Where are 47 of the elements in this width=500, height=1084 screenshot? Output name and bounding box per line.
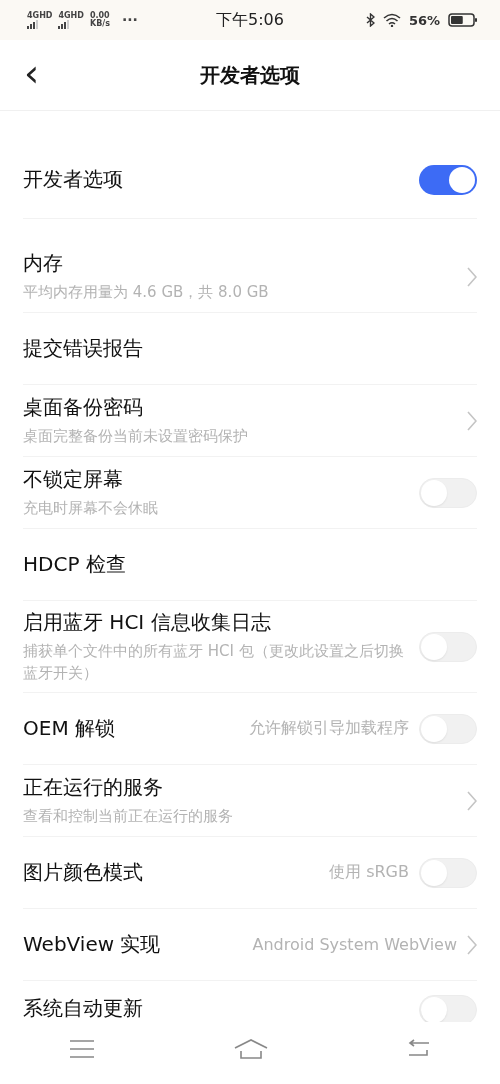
setting-title[interactable]: OEM 解锁 — [23, 715, 239, 742]
page-title: 开发者选项 — [200, 61, 300, 89]
chevron-right-icon — [467, 410, 477, 431]
chevron-right-icon — [467, 790, 477, 811]
toggle-switch[interactable] — [419, 477, 477, 508]
wifi-icon — [382, 13, 401, 27]
setting-value: 允许解锁引导加载程序 — [249, 718, 409, 739]
setting-title[interactable]: 启用蓝牙 HCI 信息收集日志 — [23, 609, 409, 636]
chevron-right-icon — [467, 934, 477, 955]
setting-title[interactable]: WebView 实现 — [23, 931, 243, 958]
network-speed: 0.00 — [89, 12, 110, 20]
home-icon[interactable] — [234, 1039, 268, 1059]
bluetooth-icon — [365, 13, 375, 27]
back-nav-icon[interactable] — [408, 1039, 430, 1059]
setting-value: 使用 sRGB — [329, 862, 409, 883]
setting-title: 开发者选项 — [23, 166, 124, 193]
setting-title[interactable]: 图片颜色模式 — [23, 859, 320, 886]
setting-description: 查看和控制当前正在运行的服务 — [23, 806, 234, 827]
setting-title[interactable]: 桌面备份密码 — [23, 394, 457, 421]
toggle-switch[interactable] — [419, 713, 477, 744]
more-notifications: ··· — [121, 12, 138, 28]
setting-description: 桌面完整备份当前未设置密码保护 — [23, 426, 249, 447]
setting-description: 平均内存用量为 4.6 GB，共 8.0 GB — [23, 282, 270, 303]
toggle-switch[interactable] — [419, 995, 477, 1022]
setting-title[interactable]: 正在运行的服务 — [23, 774, 457, 801]
setting-value: Android System WebView — [252, 935, 457, 954]
battery-percent: 56% — [408, 12, 440, 28]
battery-icon — [448, 13, 478, 27]
speed-unit: KB/s — [89, 20, 110, 28]
signal-icon — [58, 20, 70, 29]
setting-title[interactable]: 不锁定屏幕 — [23, 466, 409, 493]
back-button[interactable]: ‹ — [18, 54, 46, 92]
setting-title[interactable]: HDCP 检查 — [23, 551, 477, 578]
network-type: 4GHD — [27, 11, 53, 20]
setting-title[interactable]: 提交错误报告 — [23, 335, 477, 362]
setting-title[interactable]: 系统自动更新 — [23, 995, 409, 1022]
network-type: 4GHD — [58, 11, 84, 20]
clock: 下午5:06 — [216, 9, 284, 31]
signal-icon — [27, 20, 38, 29]
toggle-switch[interactable] — [419, 631, 477, 662]
setting-title[interactable]: 内存 — [23, 250, 457, 277]
setting-description: 充电时屏幕不会休眠 — [23, 498, 159, 519]
menu-icon[interactable] — [70, 1040, 94, 1058]
setting-description: 捕获单个文件中的所有蓝牙 HCI 包（更改此设置之后切换蓝牙开关） — [23, 641, 405, 684]
toggle-switch[interactable] — [419, 164, 477, 195]
chevron-right-icon — [467, 266, 477, 287]
toggle-switch[interactable] — [419, 857, 477, 888]
